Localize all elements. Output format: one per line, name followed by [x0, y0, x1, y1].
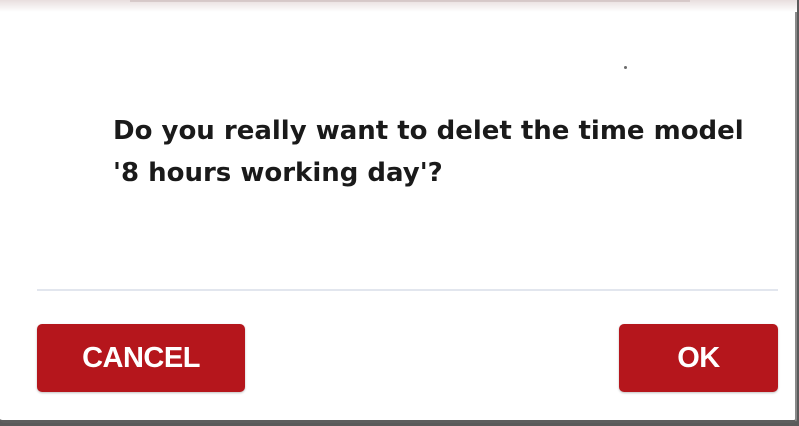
ok-button[interactable]: OK: [619, 324, 778, 392]
dialog-top-edge-line: [130, 0, 690, 2]
dialog-top-edge: [0, 0, 797, 12]
cancel-button[interactable]: CANCEL: [37, 324, 245, 392]
confirm-delete-dialog: Do you really want to delet the time mod…: [0, 0, 797, 423]
stray-dot: [624, 66, 627, 69]
confirm-message: Do you really want to delet the time mod…: [113, 116, 744, 188]
dialog-divider: [37, 289, 778, 291]
